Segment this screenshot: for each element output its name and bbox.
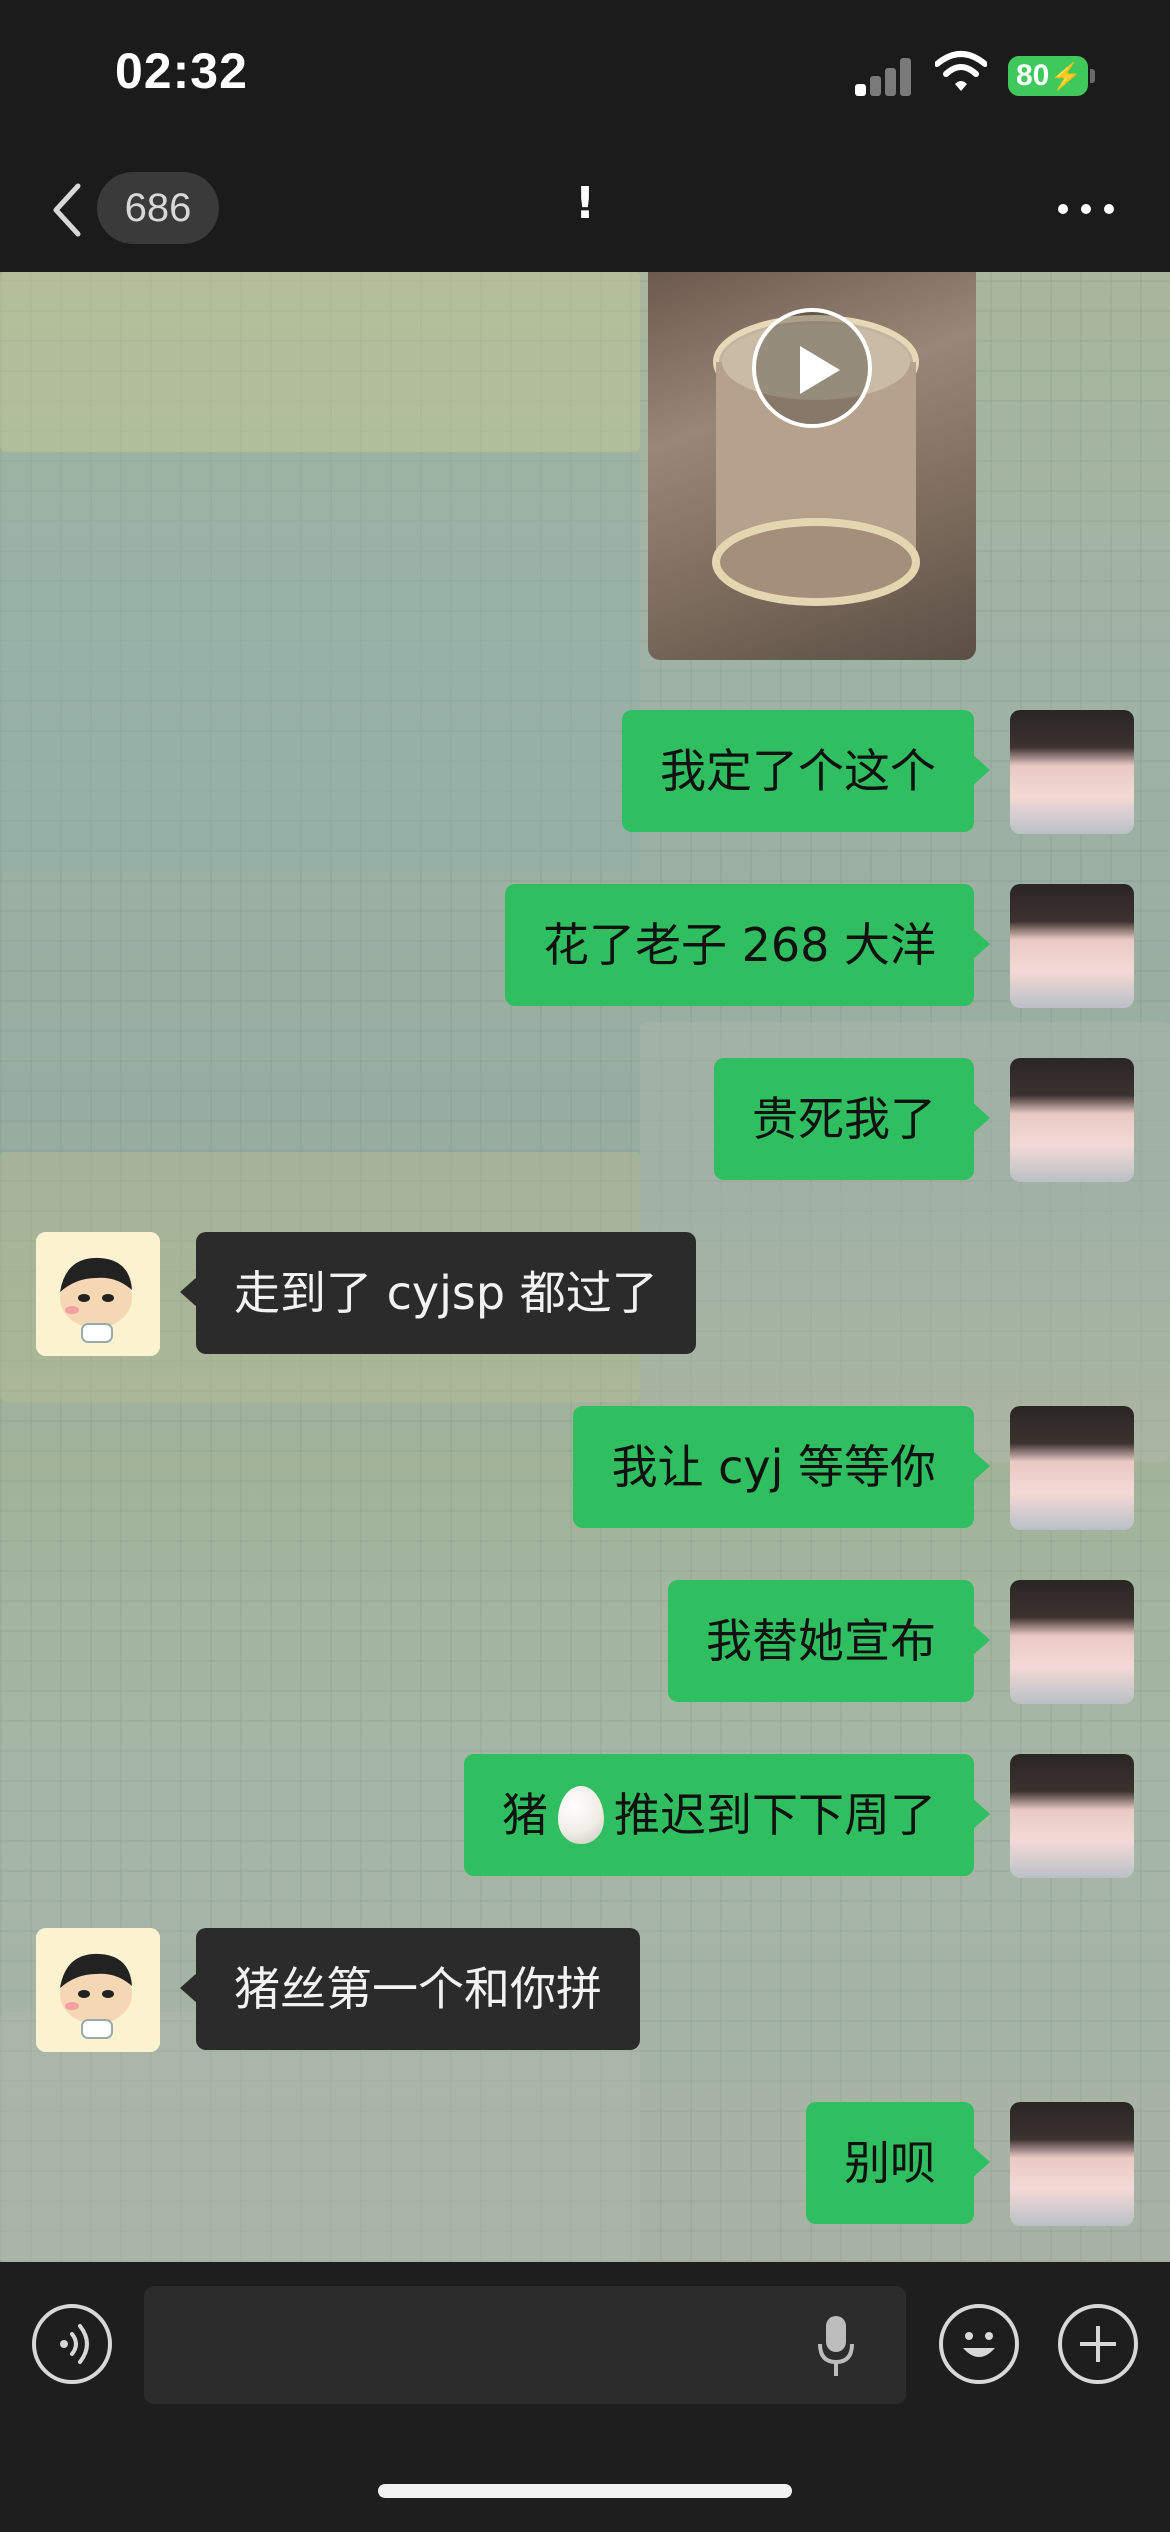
message-input-bar (0, 2262, 1170, 2532)
chat-title: ! (574, 178, 596, 229)
message-bubble-mine[interactable]: 我替她宣布 (668, 1580, 990, 1702)
message-text: 猪 (502, 1788, 548, 1842)
wallpaper-patch (0, 272, 640, 452)
charging-bolt-icon: ⚡ (1049, 61, 1082, 91)
my-avatar[interactable] (1010, 1580, 1134, 1704)
cartoon-avatar-icon (36, 1232, 160, 1356)
battery-icon: 80 ⚡ (1008, 56, 1088, 96)
message-bubble-mine[interactable]: 猪 推迟到下下周了 (464, 1754, 990, 1876)
message-bubble-theirs[interactable]: 走到了 cyjsp 都过了 (180, 1232, 696, 1354)
my-avatar[interactable] (1010, 710, 1134, 834)
battery-level: 80 (1016, 59, 1050, 92)
signal-icon (855, 56, 915, 96)
message-bubble-mine[interactable]: 我让 cyj 等等你 (573, 1406, 990, 1528)
message-text: 推迟到下下周了 (614, 1788, 936, 1842)
my-avatar[interactable] (1010, 2102, 1134, 2226)
battery-tip (1090, 69, 1095, 83)
message-bubble-mine[interactable]: 花了老子 268 大洋 (504, 884, 991, 1006)
status-time: 02:32 (115, 43, 248, 99)
message-text-input[interactable] (144, 2286, 906, 2404)
my-avatar[interactable] (1010, 1058, 1134, 1182)
video-message-thumbnail[interactable] (648, 272, 976, 660)
more-dots-icon[interactable] (1056, 194, 1116, 224)
chat-header: 686 ! (0, 150, 1170, 272)
play-icon[interactable] (752, 308, 872, 428)
plus-icon[interactable] (1058, 2304, 1138, 2384)
contact-avatar[interactable] (36, 1928, 160, 2052)
microphone-icon[interactable] (816, 2314, 856, 2378)
wifi-icon (935, 51, 987, 91)
message-bubble-theirs[interactable]: 猪丝第一个和你拼 (180, 1928, 640, 2050)
wallpaper-patch (0, 452, 640, 872)
home-indicator[interactable] (378, 2484, 792, 2498)
egg-emoji-icon (558, 1785, 604, 1844)
status-bar: 02:32 80 ⚡ (0, 0, 1170, 150)
my-avatar[interactable] (1010, 884, 1134, 1008)
my-avatar[interactable] (1010, 1754, 1134, 1878)
voice-icon[interactable] (32, 2304, 112, 2384)
message-bubble-mine[interactable]: 别呗 (806, 2102, 990, 2224)
message-bubble-mine[interactable]: 贵死我了 (714, 1058, 990, 1180)
message-bubble-mine[interactable]: 我定了个这个 (622, 710, 990, 832)
cartoon-avatar-icon (36, 1928, 160, 2052)
emoji-icon[interactable] (939, 2304, 1019, 2384)
my-avatar[interactable] (1010, 1406, 1134, 1530)
contact-avatar[interactable] (36, 1232, 160, 1356)
chat-message-list[interactable]: 我定了个这个 花了老子 268 大洋 贵死我了 走到了 cyjsp 都过了 我让… (0, 272, 1170, 2262)
